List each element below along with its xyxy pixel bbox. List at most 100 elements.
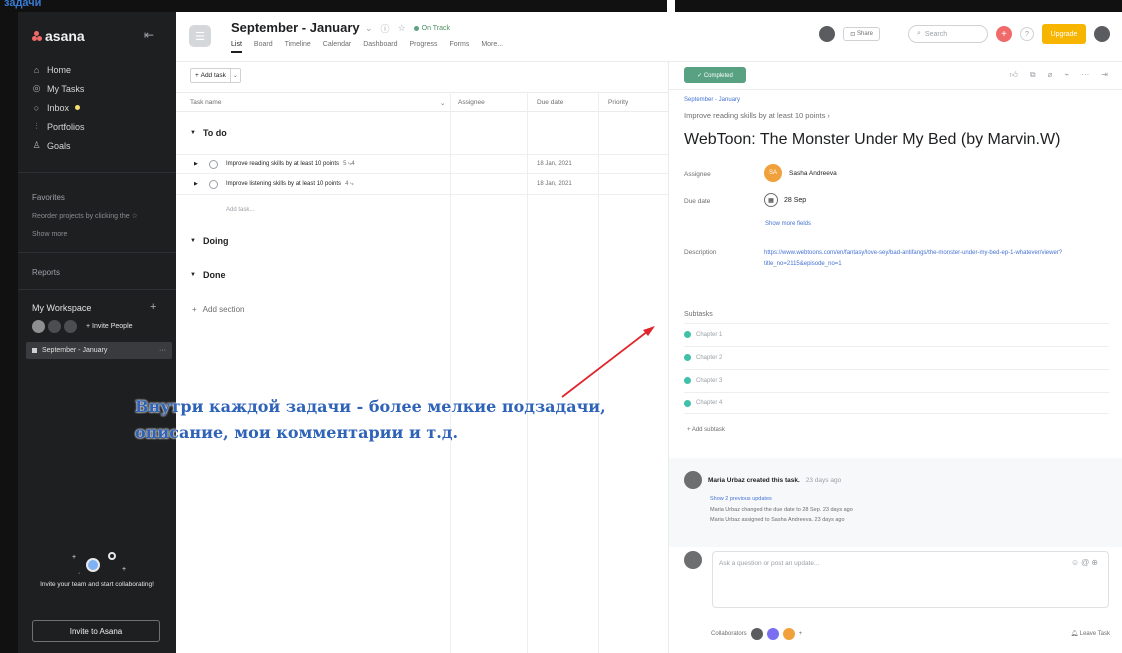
close-pane-icon[interactable]: ⇥ xyxy=(1101,70,1108,80)
subtask-row[interactable]: Chapter 1 xyxy=(684,323,1109,345)
subtask-row[interactable]: Chapter 3 xyxy=(684,369,1109,391)
leave-task-button[interactable]: 🔔︎ Leave Task xyxy=(1070,630,1110,637)
task-detail-pane: ✓ Completed 👍︎ ⧉ ⌀ ⌁ ··· ⇥ September - J… xyxy=(668,62,1122,653)
mark-complete-button[interactable]: ✓ Completed xyxy=(684,67,746,83)
completed-check-icon[interactable] xyxy=(684,377,691,384)
completed-check-icon[interactable] xyxy=(684,354,691,361)
show-more-fields-link[interactable]: Show more fields xyxy=(765,221,811,227)
quick-add-button[interactable]: + xyxy=(996,26,1012,42)
tab-timeline[interactable]: Timeline xyxy=(285,41,311,53)
caret-right-icon[interactable]: ▶ xyxy=(194,161,198,167)
invite-people-link[interactable]: + Invite People xyxy=(86,323,133,330)
more-icon[interactable]: ··· xyxy=(159,347,166,354)
add-collaborator-icon[interactable]: + xyxy=(799,631,803,637)
show-more-link[interactable]: Show more xyxy=(32,231,67,238)
add-task-row[interactable]: Add task... xyxy=(226,207,254,213)
complete-checkbox[interactable] xyxy=(209,180,218,189)
sidebar-item-inbox[interactable]: ○ Inbox xyxy=(32,98,85,117)
tab-more[interactable]: More... xyxy=(481,41,503,53)
page-title[interactable]: September - January xyxy=(231,20,360,35)
avatar[interactable] xyxy=(782,628,795,640)
task-name[interactable]: Improve reading skills by at least 10 po… xyxy=(226,161,355,168)
sort-chevron-icon[interactable]: ⌄ xyxy=(440,99,445,107)
sidebar-item-goals[interactable]: ♙ Goals xyxy=(32,136,85,155)
add-task-dropdown-icon[interactable]: ⌄ xyxy=(230,68,241,83)
task-name[interactable]: Improve listening skills by at least 10 … xyxy=(226,181,353,188)
task-title[interactable]: WebToon: The Monster Under My Bed (by Ma… xyxy=(684,131,1060,149)
workspace-heading[interactable]: My Workspace xyxy=(32,303,91,313)
avatar[interactable] xyxy=(32,320,45,333)
description-field[interactable]: https://www.webtoons.com/en/fantasy/love… xyxy=(764,248,1104,270)
asana-logo[interactable]: asana xyxy=(32,28,85,44)
completed-check-icon[interactable] xyxy=(684,399,691,407)
assignee-label: Assignee xyxy=(684,171,711,178)
completed-check-icon[interactable] xyxy=(684,331,691,338)
favorites-heading[interactable]: Favorites xyxy=(32,193,65,202)
section-doing[interactable]: ▼ Doing xyxy=(190,236,228,246)
subtask-row[interactable]: Chapter 2 xyxy=(684,346,1109,368)
breadcrumb[interactable]: September - January xyxy=(684,97,740,103)
assignee-field[interactable]: SA Sasha Andreeva xyxy=(764,164,837,182)
complete-checkbox[interactable] xyxy=(209,160,218,169)
profile-avatar[interactable] xyxy=(1094,26,1110,42)
emoji-mention-icons[interactable]: ☺@⊕ xyxy=(1071,558,1100,567)
status-badge[interactable]: On Track xyxy=(413,25,451,32)
avatar[interactable] xyxy=(750,628,763,640)
task-due-date[interactable]: 18 Jan, 2021 xyxy=(537,161,572,167)
task-due-date[interactable]: 18 Jan, 2021 xyxy=(537,181,572,187)
sidebar-project-item[interactable]: September - January ··· xyxy=(26,342,172,359)
sidebar-item-my-tasks[interactable]: ◎ My Tasks xyxy=(32,79,85,98)
tab-board[interactable]: Board xyxy=(254,41,273,53)
add-task-button[interactable]: + Add task xyxy=(190,68,231,83)
tab-progress[interactable]: Progress xyxy=(409,41,437,53)
link-icon[interactable]: ⌁ xyxy=(1064,70,1069,80)
avatar[interactable] xyxy=(766,628,779,640)
table-row[interactable]: ▶ Improve reading skills by at least 10 … xyxy=(176,154,668,174)
column-header-priority[interactable]: Priority xyxy=(608,99,628,106)
help-button[interactable]: ? xyxy=(1020,27,1034,41)
add-project-icon[interactable]: + xyxy=(150,301,156,313)
caret-right-icon[interactable]: ▶ xyxy=(194,181,198,187)
column-header-assignee[interactable]: Assignee xyxy=(458,99,485,106)
tab-forms[interactable]: Forms xyxy=(449,41,469,53)
due-date-field[interactable]: ▦ 28 Sep xyxy=(764,193,806,207)
chevron-down-icon[interactable]: ⌄ xyxy=(365,23,373,34)
avatar[interactable] xyxy=(684,471,702,489)
star-icon[interactable]: ☆ xyxy=(398,23,406,34)
caret-down-icon[interactable]: ▼ xyxy=(190,238,196,244)
activity-line: Maria Urbaz changed the due date to 28 S… xyxy=(710,507,853,513)
add-section-button[interactable]: + Add section xyxy=(192,305,244,314)
tab-list[interactable]: List xyxy=(231,41,242,53)
tab-dashboard[interactable]: Dashboard xyxy=(363,41,397,53)
reports-heading[interactable]: Reports xyxy=(32,268,60,277)
section-to-do[interactable]: ▼ To do xyxy=(190,128,227,138)
due-date-value: 28 Sep xyxy=(784,196,807,204)
subtask-icon[interactable]: ⧉ xyxy=(1030,70,1036,80)
comment-input[interactable]: Ask a question or post an update... ☺@⊕ xyxy=(712,551,1109,608)
caret-down-icon[interactable]: ▼ xyxy=(190,130,196,136)
sidebar-item-portfolios[interactable]: ⫶ Portfolios xyxy=(32,117,84,136)
column-header-due-date[interactable]: Due date xyxy=(537,99,563,106)
share-button[interactable]: ⊡ Share xyxy=(843,27,880,41)
info-icon[interactable]: ⓘ xyxy=(381,22,390,35)
attachment-icon[interactable]: ⌀ xyxy=(1048,70,1053,80)
search-input[interactable]: ⌕ Search xyxy=(908,25,988,43)
subtask-row[interactable]: Chapter 4 xyxy=(684,392,1109,414)
sidebar-item-home[interactable]: ⌂ Home xyxy=(32,60,85,79)
parent-task-link[interactable]: Improve reading skills by at least 10 po… xyxy=(684,111,830,120)
project-list-icon[interactable]: ☰ xyxy=(189,25,211,47)
thumbs-up-icon[interactable]: 👍︎ xyxy=(1010,70,1018,80)
status-label: On Track xyxy=(421,25,451,32)
column-header-task-name[interactable]: Task name xyxy=(190,99,221,106)
upgrade-button[interactable]: Upgrade xyxy=(1042,24,1086,44)
add-subtask-button[interactable]: + Add subtask xyxy=(687,427,725,433)
section-done[interactable]: ▼ Done xyxy=(190,270,225,280)
avatar[interactable] xyxy=(819,26,836,42)
show-previous-updates-link[interactable]: Show 2 previous updates xyxy=(710,496,772,502)
caret-down-icon[interactable]: ▼ xyxy=(190,272,196,278)
invite-to-asana-button[interactable]: Invite to Asana xyxy=(32,620,160,642)
more-icon[interactable]: ··· xyxy=(1081,70,1089,80)
tab-calendar[interactable]: Calendar xyxy=(323,41,351,53)
collapse-sidebar-icon[interactable]: ⇤ xyxy=(144,28,154,42)
table-row[interactable]: ▶ Improve listening skills by at least 1… xyxy=(176,175,668,195)
